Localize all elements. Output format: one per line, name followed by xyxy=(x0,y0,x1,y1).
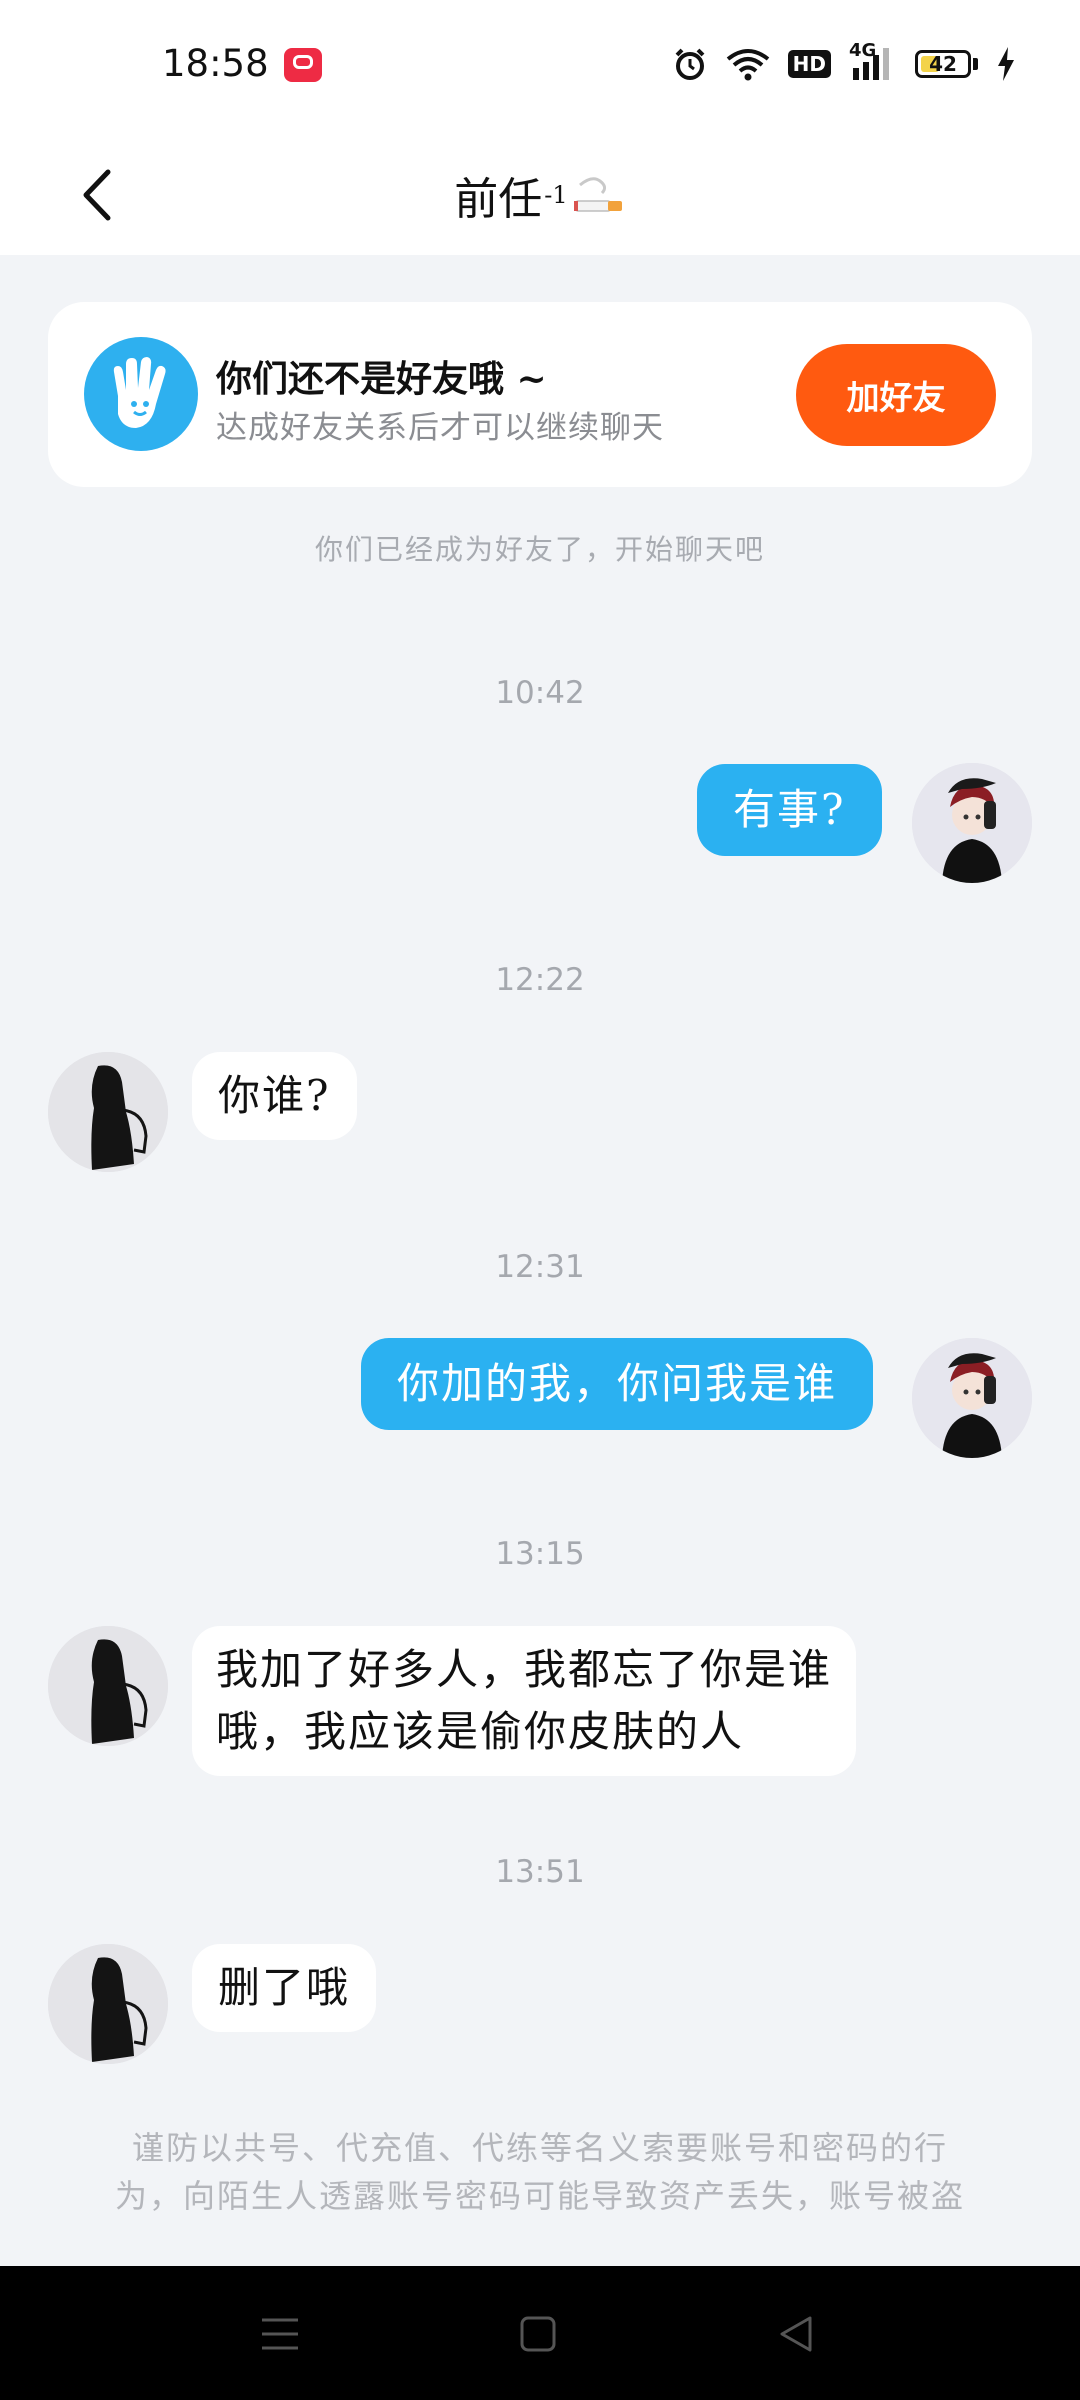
chat-header: 前任 -1 xyxy=(0,135,1080,255)
app-notification-icon xyxy=(284,48,322,82)
add-friend-button[interactable]: 加好友 xyxy=(796,344,996,446)
system-nav-bar xyxy=(0,2266,1080,2400)
status-time: 18:58 xyxy=(162,42,269,85)
avatar-image xyxy=(48,1626,168,1746)
contact-name: 前任 xyxy=(454,174,543,225)
menu-button[interactable] xyxy=(250,2306,310,2362)
contact-avatar[interactable] xyxy=(48,1944,168,2064)
home-icon xyxy=(520,2316,556,2352)
alarm-icon xyxy=(672,46,708,82)
back-nav-button[interactable] xyxy=(766,2306,826,2362)
message-bubble-incoming[interactable]: 删了哦 xyxy=(192,1944,377,2032)
message-bubble-outgoing[interactable]: 你加的我，你问我是谁 xyxy=(361,1338,874,1430)
contact-avatar[interactable] xyxy=(48,1626,168,1746)
menu-icon xyxy=(262,2318,298,2350)
safety-notice-line: 谨防以共号、代充值、代练等名义索要账号和密码的行 xyxy=(131,2129,948,2167)
message-timestamp: 10:42 xyxy=(495,675,585,711)
battery-level: 42 xyxy=(929,52,957,76)
avatar-image xyxy=(912,1338,1032,1458)
status-icons: HD 4G 42 xyxy=(672,40,1016,84)
back-icon xyxy=(780,2316,812,2352)
system-note: 你们已经成为好友了，开始聊天吧 xyxy=(314,533,765,566)
my-avatar[interactable] xyxy=(912,1338,1032,1458)
status-bar: 18:58 HD 4G 42 xyxy=(0,0,1080,135)
chat-title: 前任 -1 xyxy=(0,135,1080,255)
message-bubble-outgoing[interactable]: 有事? xyxy=(697,764,882,856)
message-timestamp: 13:15 xyxy=(495,1536,585,1572)
avatar-image xyxy=(48,1944,168,2064)
battery-icon: 42 xyxy=(915,50,978,78)
banner-subtitle: 达成好友关系后才可以继续聊天 xyxy=(216,410,664,446)
cigarette-icon xyxy=(573,177,622,212)
friend-request-banner: 你们还不是好友哦 ~ 达成好友关系后才可以继续聊天 加好友 xyxy=(48,302,1032,487)
wifi-icon xyxy=(726,47,770,81)
contact-avatar[interactable] xyxy=(48,1052,168,1172)
hand-wave-icon xyxy=(84,337,198,451)
message-timestamp: 12:31 xyxy=(495,1249,585,1285)
message-timestamp: 12:22 xyxy=(495,962,585,998)
hd-icon: HD xyxy=(787,50,831,78)
charging-icon xyxy=(996,47,1016,81)
message-text-line: 我加了好多人，我都忘了你是谁 xyxy=(216,1645,833,1694)
banner-title: 你们还不是好友哦 ~ xyxy=(216,358,547,400)
message-text-line: 哦，我应该是偷你皮肤的人 xyxy=(216,1707,745,1756)
my-avatar[interactable] xyxy=(912,763,1032,883)
message-timestamp: 13:51 xyxy=(495,1854,585,1890)
safety-notice-line: 为，向陌生人透露账号密码可能导致资产丢失，账号被盗 xyxy=(114,2177,965,2215)
message-bubble-incoming[interactable]: 你谁? xyxy=(192,1052,357,1140)
contact-name-superscript: -1 xyxy=(544,181,568,209)
home-button[interactable] xyxy=(508,2306,568,2362)
avatar-image xyxy=(48,1052,168,1172)
safety-notice: 谨防以共号、代充值、代练等名义索要账号和密码的行 为，向陌生人透露账号密码可能导… xyxy=(60,2124,1020,2220)
avatar-image xyxy=(912,763,1032,883)
signal-icon: 4G xyxy=(849,40,897,82)
message-bubble-incoming[interactable]: 我加了好多人，我都忘了你是谁 哦，我应该是偷你皮肤的人 xyxy=(192,1626,857,1776)
